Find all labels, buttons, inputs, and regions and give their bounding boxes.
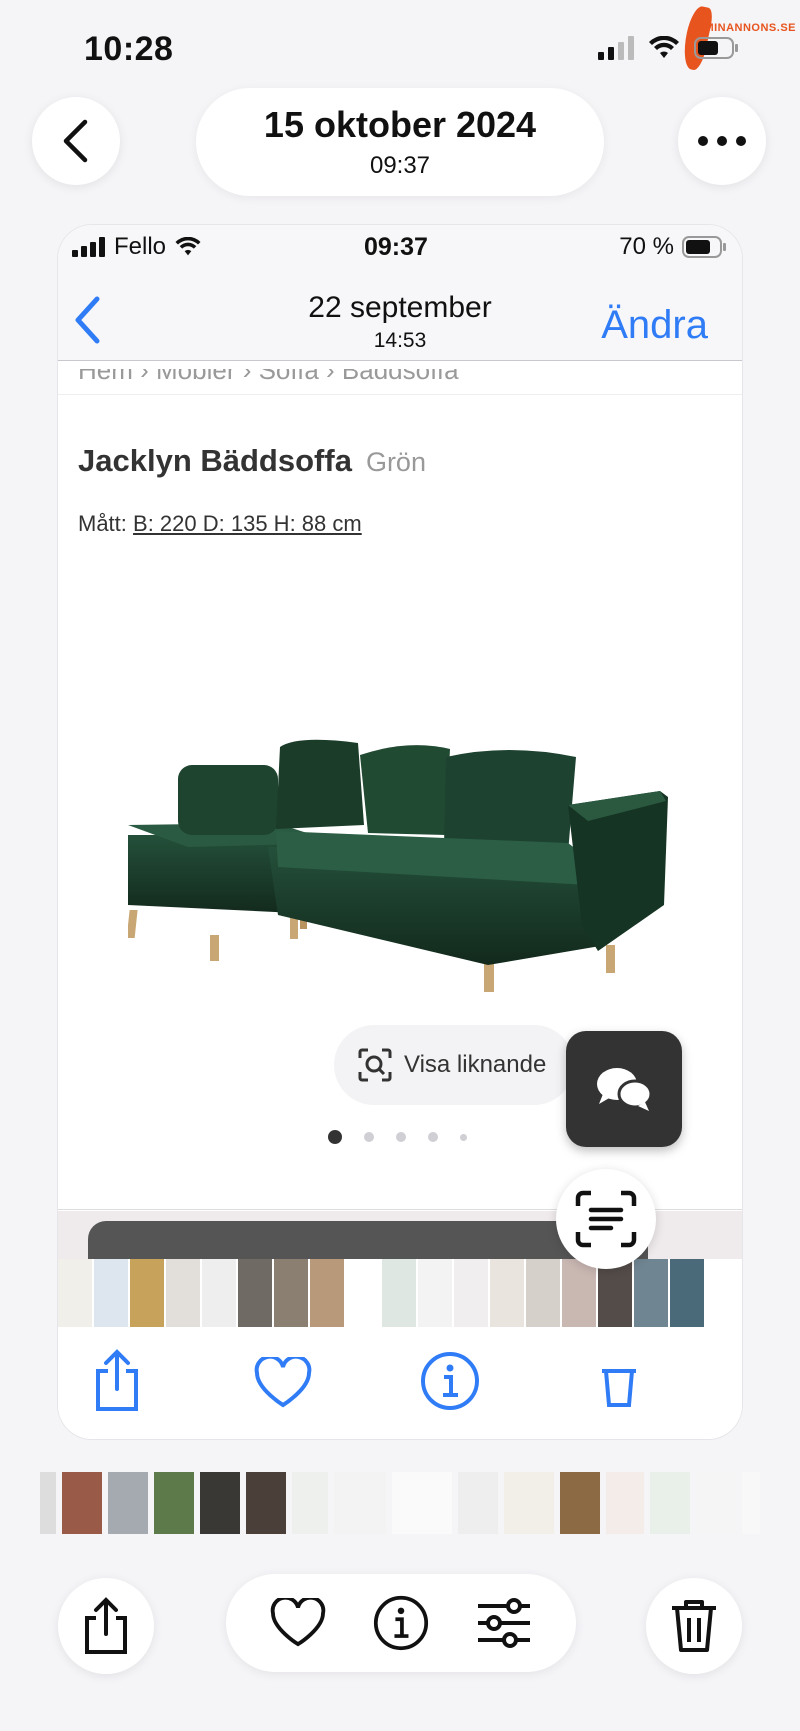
inner-signal-icon (72, 237, 105, 257)
back-button[interactable] (32, 97, 120, 185)
inner-battery-icon (682, 236, 726, 258)
carousel-dot-active (328, 1130, 342, 1144)
visual-search-icon (358, 1048, 392, 1082)
ellipsis-icon (698, 136, 746, 146)
trash-icon (672, 1600, 716, 1652)
inner-status-bar: Fello 09:37 70 % (58, 225, 742, 281)
action-group (226, 1574, 576, 1672)
share-icon (85, 1597, 127, 1654)
visa-liknande-button: Visa liknande (334, 1025, 574, 1105)
more-button[interactable] (678, 97, 766, 185)
carousel-dots (328, 1130, 467, 1144)
inner-battery-percent: 70 % (619, 233, 674, 260)
inner-thumbnail-strip (58, 1259, 742, 1327)
visual-lookup-icon (575, 1190, 637, 1248)
time-label: 09:37 (369, 152, 431, 179)
chat-icon (597, 1068, 653, 1111)
inner-heart-icon (254, 1357, 312, 1408)
breadcrumb-text: Hem › Möbler › Soffa › Bäddsoffa (78, 369, 459, 385)
watermark: MINANNONS.SE (704, 22, 796, 34)
inner-info-icon (421, 1352, 479, 1410)
signal-icon (598, 36, 634, 60)
date-label: 15 oktober 2024 (263, 104, 537, 145)
delete-button[interactable] (646, 1578, 742, 1674)
carousel-dot (460, 1133, 467, 1141)
inner-nav-bar: 22 september 14:53 Ändra (58, 281, 742, 361)
date-title[interactable]: 15 oktober 2024 09:37 (196, 88, 604, 196)
info-icon[interactable] (373, 1595, 429, 1651)
inner-time: 09:37 (364, 233, 428, 261)
breadcrumb: Hem › Möbler › Soffa › Bäddsoffa (58, 369, 742, 395)
inner-share-icon (96, 1349, 138, 1411)
chevron-left-icon (63, 119, 88, 163)
visa-liknande-label: Visa liknande (404, 1051, 547, 1078)
inner-edit-link: Ändra (601, 303, 708, 347)
inner-wifi-icon (175, 237, 201, 256)
inner-trash-icon (602, 1369, 636, 1407)
product-name: Jacklyn Bäddsoffa (78, 443, 352, 478)
sofa-image (128, 739, 668, 992)
status-icons (598, 36, 740, 60)
product-color: Grön (365, 447, 426, 477)
screenshot-photo[interactable]: Fello 09:37 70 % 22 september 14:53 Ändr… (58, 225, 742, 1439)
wifi-icon (649, 36, 679, 58)
heart-icon[interactable] (270, 1598, 326, 1648)
chat-button (566, 1031, 682, 1147)
carousel-dot (396, 1132, 406, 1142)
product-title: Jacklyn Bäddsoffa Grön (78, 443, 426, 479)
battery-icon (694, 37, 738, 59)
carousel-dot (428, 1132, 438, 1142)
share-button[interactable] (58, 1578, 154, 1674)
sliders-icon[interactable] (476, 1598, 532, 1648)
status-time: 10:28 (84, 30, 174, 68)
product-dimensions: Mått: B: 220 D: 135 H: 88 cm (78, 511, 362, 537)
carousel-dot (364, 1132, 374, 1142)
photo-thumbnail-strip[interactable] (40, 1472, 760, 1534)
dims-prefix: Mått: (78, 511, 127, 536)
visual-lookup-button[interactable] (556, 1169, 656, 1269)
inner-carrier: Fello (114, 233, 167, 260)
inner-toolbar (58, 1329, 742, 1439)
dims-value: B: 220 D: 135 H: 88 cm (133, 511, 362, 536)
